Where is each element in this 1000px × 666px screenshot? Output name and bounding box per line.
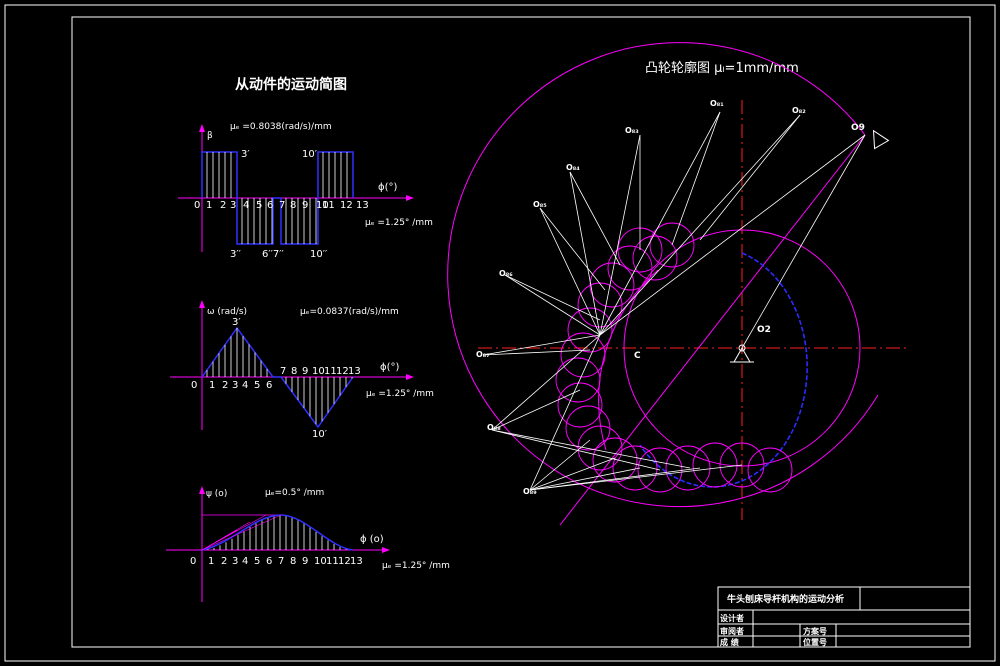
velocity-r-point-10: 10 xyxy=(312,366,325,377)
accel-point-9: 9 xyxy=(302,200,308,211)
cam-point-8: O₈₈ xyxy=(487,423,501,432)
position-point-1: 1 xyxy=(208,556,214,567)
position-point-5: 5 xyxy=(254,556,260,567)
velocity-r-point-11: 11 xyxy=(324,366,337,377)
velocity-r-point-9: 9 xyxy=(302,366,308,377)
cam-point-6: O₈₆ xyxy=(499,269,513,278)
accel-axis-x: ϕ(°) xyxy=(378,182,397,193)
velocity-scale-x: μₑ =1.25° /mm xyxy=(366,389,434,399)
position-axis-y: ψ (o) xyxy=(206,489,227,499)
title-block-scheme: 方案号 xyxy=(803,626,827,636)
cam-title: 凸轮轮廓图 μₗ=1mm/mm xyxy=(645,60,799,76)
accel-label-3pp: 3′′ xyxy=(230,249,242,260)
velocity-point-6: 6 xyxy=(266,380,272,391)
position-point-3: 3 xyxy=(232,556,238,567)
accel-point-1: 1 xyxy=(206,200,212,211)
velocity-point-1: 1 xyxy=(209,380,215,391)
accel-point-12: 12 xyxy=(340,200,353,211)
velocity-r-point-7: 7 xyxy=(280,366,286,377)
accel-point-11: 11 xyxy=(322,200,335,211)
title-block-position: 位置号 xyxy=(803,637,827,647)
velocity-r-point-12: 12 xyxy=(336,366,349,377)
position-point-10: 10 xyxy=(314,556,327,567)
accel-point-7: 7 xyxy=(279,200,285,211)
accel-axis-y: β xyxy=(207,131,213,141)
outer-frame xyxy=(4,4,996,662)
cam-pivot-label: O9 xyxy=(851,123,865,133)
accel-point-8: 8 xyxy=(290,200,296,211)
accel-chart: β ϕ(°) μₑ =0.8038(rad/s)/mm μₑ =1.25° /m… xyxy=(178,122,433,260)
cam-point-3: O₈₃ xyxy=(625,126,639,135)
inner-frame xyxy=(71,16,971,648)
accel-label-3p: 3′ xyxy=(241,149,250,160)
accel-label-67pp: 6′′7′′ xyxy=(262,249,285,260)
cam-point-2: O₈₂ xyxy=(792,106,806,115)
velocity-trough-label: 10′ xyxy=(312,429,328,440)
title-block-title: 牛头刨床导杆机构的运动分析 xyxy=(727,593,844,605)
position-chart: ψ (o) ϕ (o) μₑ=0.5° /mm μₑ =1.25° /mm 0 1… xyxy=(166,486,450,602)
cam-point-5: O₈₅ xyxy=(533,200,547,209)
velocity-scale-y: μₑ=0.0837(rad/s)/mm xyxy=(300,307,399,317)
position-point-0: 0 xyxy=(190,556,196,567)
position-point-9: 9 xyxy=(302,556,308,567)
accel-scale-y: μₑ =0.8038(rad/s)/mm xyxy=(230,122,332,132)
velocity-point-2: 2 xyxy=(222,380,228,391)
accel-label-10pp: 10′′ xyxy=(310,249,328,260)
drawing-canvas: 从动件的运动简图 β ϕ(°) μₑ =0.8038(rad/s)/mm μₑ … xyxy=(4,4,996,662)
position-point-8: 8 xyxy=(290,556,296,567)
cam-point-9: O₈₉ xyxy=(523,487,537,496)
position-point-2: 2 xyxy=(221,556,227,567)
cam-point-1: O₈₁ xyxy=(710,99,724,108)
velocity-chart: ω (rad/s) ϕ(°) μₑ=0.0837(rad/s)/mm μₑ =1… xyxy=(170,300,434,440)
accel-point-6: 6 xyxy=(267,200,273,211)
title-block-designer: 设计者 xyxy=(720,613,744,623)
position-point-7: 7 xyxy=(278,556,284,567)
accel-point-3: 3 xyxy=(230,200,236,211)
title-block-score: 成 绩 xyxy=(720,637,739,647)
position-scale-x: μₑ =1.25° /mm xyxy=(382,561,450,571)
cam-point-4: O₈₄ xyxy=(566,163,580,172)
cam-center-label: O2 xyxy=(757,325,771,335)
accel-point-5: 5 xyxy=(256,200,262,211)
position-point-11: 11 xyxy=(326,556,339,567)
velocity-axis-x: ϕ(°) xyxy=(380,362,399,373)
position-point-4: 4 xyxy=(242,556,248,567)
accel-scale-x: μₑ =1.25° /mm xyxy=(365,218,433,228)
velocity-peak-label: 3′ xyxy=(232,317,241,328)
velocity-r-point-8: 8 xyxy=(291,366,297,377)
cam-c-label: C xyxy=(634,351,641,361)
velocity-r-point-13: 13 xyxy=(348,366,361,377)
position-axis-x: ϕ (o) xyxy=(360,534,384,545)
velocity-point-5: 5 xyxy=(254,380,260,391)
accel-label-10p: 10′ xyxy=(302,149,318,160)
position-point-13: 13 xyxy=(350,556,363,567)
accel-point-2: 2 xyxy=(220,200,226,211)
cam-drawing: O2 O9 C O₈₁ O₈₂ O₈₃ O₈₄ O₈₅ O₈₆ O₈₇ O₈₈ O₈₉ xyxy=(447,42,910,526)
title-block-reviewer: 审阅者 xyxy=(720,626,744,636)
velocity-point-4: 4 xyxy=(242,380,248,391)
velocity-point-0: 0 xyxy=(191,380,197,391)
motion-title: 从动件的运动简图 xyxy=(235,76,347,93)
accel-point-4: 4 xyxy=(243,200,249,211)
cam-point-7: O₈₇ xyxy=(476,350,490,359)
accel-point-13: 13 xyxy=(356,200,369,211)
position-point-6: 6 xyxy=(266,556,272,567)
position-point-12: 12 xyxy=(338,556,351,567)
position-scale-y: μₑ=0.5° /mm xyxy=(265,488,324,498)
velocity-point-3: 3 xyxy=(232,380,238,391)
velocity-axis-y: ω (rad/s) xyxy=(207,307,247,317)
accel-point-0: 0 xyxy=(194,200,200,211)
